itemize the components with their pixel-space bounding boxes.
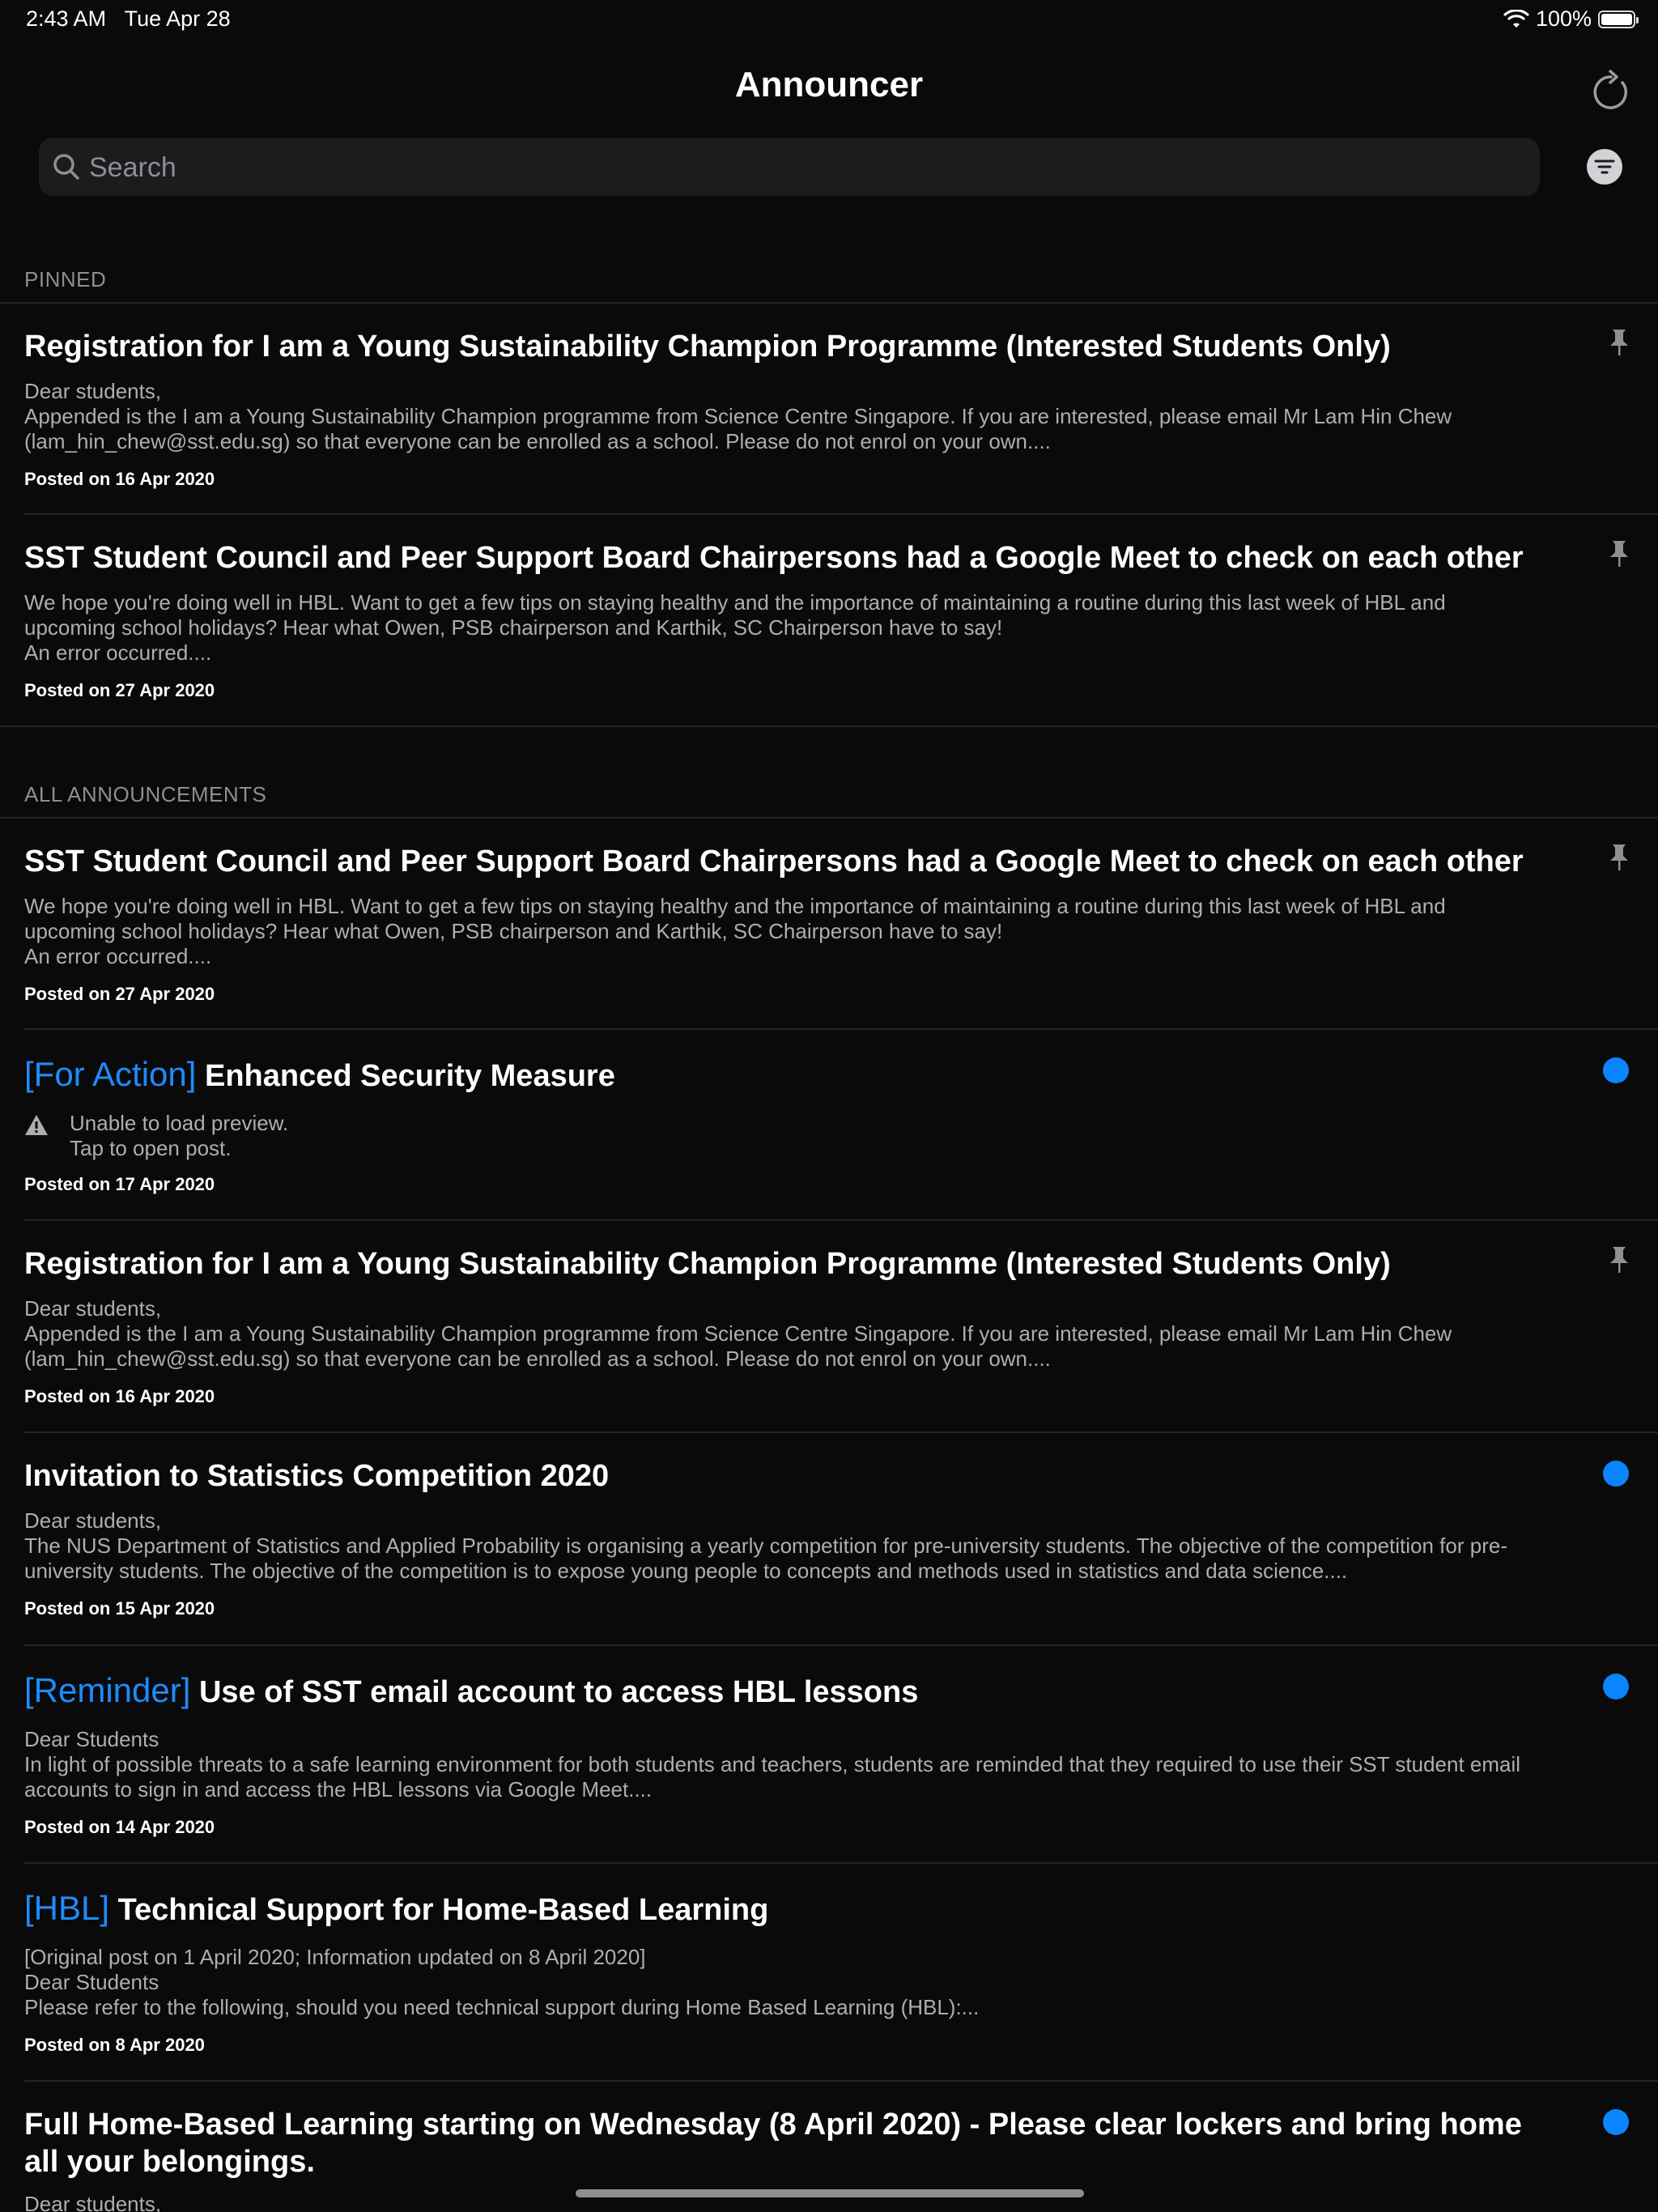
announcement-tag: [For Action]	[24, 1055, 197, 1093]
pin-icon	[1610, 330, 1628, 355]
announcement-title: Full Home-Based Learning starting on Wed…	[24, 2108, 1522, 2179]
announcement-preview: Dear Students In light of possible threa…	[24, 1727, 1521, 1802]
home-indicator[interactable]	[576, 2189, 1084, 2197]
status-time: 2:43 AM Tue Apr 28	[26, 6, 231, 32]
announcement-preview: Dear students, Appended is the I am a Yo…	[24, 379, 1452, 453]
section-header-all: ALL ANNOUNCEMENTS	[24, 782, 267, 806]
pinned-announcement[interactable]: Registration for I am a Young Sustainabi…	[0, 304, 1658, 514]
announcement-title-text: Technical Support for Home-Based Learnin…	[117, 1893, 769, 1927]
navigation-bar: Announcer	[0, 49, 1658, 130]
announcement-item[interactable]: [For Action] Enhanced Security Measure U…	[0, 1030, 1658, 1219]
announcement-date: Posted on 17 Apr 2020	[24, 1174, 215, 1194]
announcement-preview: We hope you're doing well in HBL. Want t…	[24, 894, 1446, 968]
announcement-title: SST Student Council and Peer Support Boa…	[24, 541, 1524, 575]
announcement-date: Posted on 27 Apr 2020	[24, 984, 215, 1004]
status-right: 100%	[1503, 6, 1639, 32]
divider	[0, 725, 1658, 727]
announcement-item[interactable]: Registration for I am a Young Sustainabi…	[0, 1221, 1658, 1431]
announcement-preview: Dear students, The NUS Department of Sta…	[24, 1508, 1507, 1583]
pin-icon	[1610, 1247, 1628, 1273]
status-time-text: 2:43 AM	[26, 6, 107, 31]
announcement-title-text: Enhanced Security Measure	[204, 1059, 615, 1093]
battery-percent: 100%	[1535, 6, 1592, 31]
announcement-date: Posted on 8 Apr 2020	[24, 2035, 205, 2055]
announcement-date: Posted on 16 Apr 2020	[24, 1386, 215, 1406]
pin-icon	[1610, 541, 1628, 567]
announcement-preview: We hope you're doing well in HBL. Want t…	[24, 590, 1446, 665]
announcement-title: [Reminder] Use of SST email account to a…	[24, 1672, 1537, 1711]
warning-icon	[25, 1115, 48, 1135]
announcement-item[interactable]: Invitation to Statistics Competition 202…	[0, 1433, 1658, 1644]
announcement-tag: [HBL]	[24, 1889, 110, 1927]
unread-dot	[1603, 1461, 1629, 1487]
search-input[interactable]	[87, 138, 1524, 198]
pinned-announcement[interactable]: SST Student Council and Peer Support Boa…	[0, 515, 1658, 725]
status-date-text: Tue Apr 28	[124, 6, 231, 31]
announcement-title-text: Use of SST email account to access HBL l…	[198, 1675, 919, 1709]
announcement-preview: Unable to load preview. Tap to open post…	[70, 1111, 289, 1160]
section-header-pinned: PINNED	[24, 267, 107, 291]
announcement-title: [For Action] Enhanced Security Measure	[24, 1056, 1537, 1095]
announcement-preview: Dear students, Appended is the I am a Yo…	[24, 1296, 1452, 1371]
announcement-item[interactable]: SST Student Council and Peer Support Boa…	[0, 819, 1658, 1029]
page-title: Announcer	[734, 65, 924, 104]
refresh-icon[interactable]	[1587, 66, 1635, 115]
unread-dot	[1603, 1057, 1629, 1083]
announcement-title: Invitation to Statistics Competition 202…	[24, 1459, 610, 1493]
announcement-date: Posted on 15 Apr 2020	[24, 1598, 215, 1619]
announcement-date: Posted on 14 Apr 2020	[24, 1817, 215, 1837]
announcement-tag: [Reminder]	[24, 1671, 191, 1709]
wifi-icon	[1503, 9, 1529, 28]
announcement-title: Registration for I am a Young Sustainabi…	[24, 1247, 1391, 1281]
pin-icon	[1610, 844, 1628, 870]
search-bar[interactable]	[39, 138, 1540, 198]
announcement-item[interactable]: [HBL] Technical Support for Home-Based L…	[0, 1864, 1658, 2081]
announcement-date: Posted on 27 Apr 2020	[24, 680, 215, 700]
search-icon	[53, 154, 79, 180]
announcement-date: Posted on 16 Apr 2020	[24, 469, 215, 489]
announcement-title: [HBL] Technical Support for Home-Based L…	[24, 1890, 1537, 1929]
unread-dot	[1603, 2109, 1629, 2135]
unread-dot	[1603, 1674, 1629, 1699]
filter-icon[interactable]	[1585, 147, 1624, 186]
announcement-title: Registration for I am a Young Sustainabi…	[24, 330, 1391, 364]
announcement-item[interactable]: [Reminder] Use of SST email account to a…	[0, 1646, 1658, 1863]
announcement-title: SST Student Council and Peer Support Boa…	[24, 844, 1524, 878]
announcement-preview: [Original post on 1 April 2020; Informat…	[24, 1945, 980, 2019]
status-bar: 2:43 AM Tue Apr 28 100%	[0, 0, 1658, 39]
battery-icon	[1598, 10, 1639, 28]
